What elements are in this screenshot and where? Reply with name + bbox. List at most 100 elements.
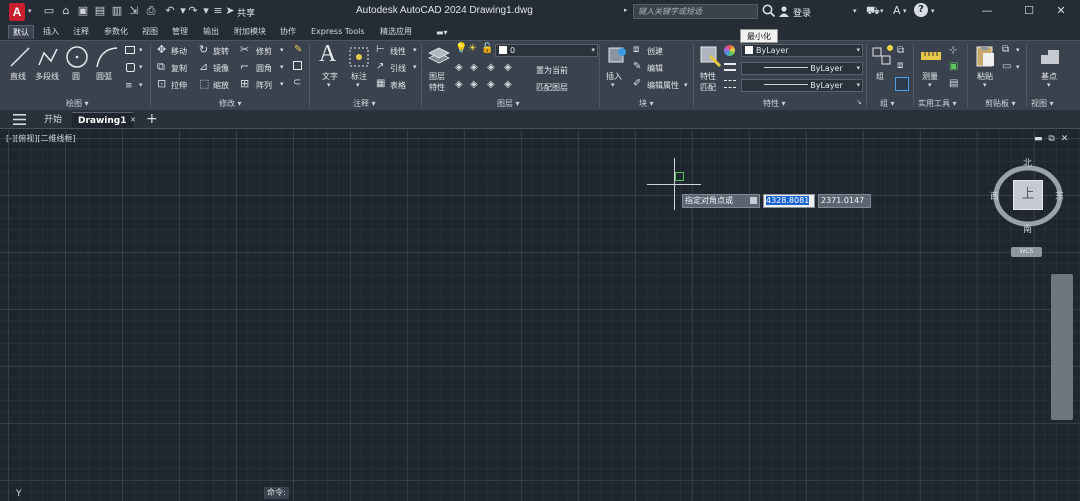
groups-panel-title[interactable]: 组 ▾ [880, 98, 895, 109]
annotation-panel-title[interactable]: 注释 ▾ [353, 98, 376, 109]
line-icon[interactable] [8, 45, 32, 69]
arc-button[interactable]: 圆弧 [96, 71, 112, 82]
application-menu-button[interactable]: A [9, 3, 25, 21]
rectangle-dropdown-icon[interactable]: ▾ [139, 46, 143, 54]
utilities-panel-title[interactable]: 实用工具 ▾ [918, 98, 957, 109]
search-arrow-icon[interactable]: ▸ [624, 6, 628, 14]
array-dropdown-icon[interactable]: ▾ [280, 80, 284, 88]
save-as-icon[interactable]: ▤ [93, 4, 107, 18]
tab-default[interactable]: 默认 [8, 25, 34, 39]
compass-east[interactable]: 东 [1055, 189, 1064, 202]
save-icon[interactable]: ▣ [76, 4, 90, 18]
draw-panel-title[interactable]: 绘图 ▾ [66, 98, 89, 109]
layer-properties-label[interactable]: 图层 [429, 71, 445, 82]
share-button[interactable]: 共享 [237, 6, 255, 19]
measure-icon[interactable] [919, 44, 943, 68]
clipboard-panel-title[interactable]: 剪贴板 ▾ [985, 98, 1016, 109]
edit-attributes-button[interactable]: 编辑属性 [647, 80, 679, 91]
layers-panel-title[interactable]: 图层 ▾ [497, 98, 520, 109]
layer-lock-icon[interactable]: 🔓 [481, 43, 493, 54]
layer-freeze-icon[interactable]: ☀ [468, 43, 477, 54]
mirror-button[interactable]: 镜像 [213, 63, 229, 74]
stretch-button[interactable]: 拉伸 [171, 80, 187, 91]
help-dropdown-icon[interactable]: ▾ [931, 7, 935, 15]
cut-icon[interactable]: ▭ [1002, 61, 1011, 72]
polyline-icon[interactable] [36, 45, 60, 69]
linetype-dropdown[interactable]: ByLayer ▾ [741, 79, 863, 92]
ungroup-icon[interactable]: ⧉ [897, 45, 904, 56]
measure-dropdown-icon[interactable]: ▾ [928, 81, 932, 89]
match-layer-button[interactable]: 匹配图层 [536, 82, 568, 93]
table-button[interactable]: 表格 [390, 80, 406, 91]
layer-make-current-icon[interactable]: ◈ [504, 62, 512, 73]
group-icon[interactable] [870, 44, 894, 68]
viewport-close-icon[interactable]: ✕ [1061, 134, 1069, 144]
tab-express-tools[interactable]: Express Tools [307, 25, 369, 39]
draw-more-dropdown-icon[interactable]: ▾ [139, 81, 143, 89]
insert-block-icon[interactable] [604, 44, 628, 68]
tab-manage[interactable]: 管理 [168, 25, 192, 39]
scale-button[interactable]: 缩放 [213, 80, 229, 91]
ribbon-display-toggle-icon[interactable]: ▬▾ [432, 26, 452, 40]
edit-block-button[interactable]: 编辑 [647, 63, 663, 74]
calculator-icon[interactable]: ▤ [949, 78, 958, 89]
base-view-dropdown-icon[interactable]: ▾ [1047, 81, 1051, 89]
edit-attributes-dropdown-icon[interactable]: ▾ [684, 81, 688, 89]
layer-unisolate-icon[interactable]: ◈ [470, 62, 478, 73]
search-icon[interactable] [761, 3, 777, 19]
tab-addins[interactable]: 附加模块 [230, 25, 270, 39]
paste-icon[interactable] [973, 44, 997, 68]
add-tab-icon[interactable]: + [146, 111, 158, 127]
tab-featured-apps[interactable]: 精选应用 [376, 25, 416, 39]
fillet-button[interactable]: 圆角 [256, 63, 272, 74]
dimension-dropdown-icon[interactable]: ▾ [356, 81, 360, 89]
layer-walk-icon[interactable]: ◈ [487, 62, 495, 73]
cut-dropdown-icon[interactable]: ▾ [1016, 63, 1020, 71]
match-properties-icon[interactable] [698, 44, 722, 68]
wcs-menu-button[interactable]: WCS [1011, 247, 1042, 257]
undo-icon[interactable]: ↶ [163, 4, 177, 18]
layer-unlock-icon[interactable]: ◈ [487, 79, 495, 90]
hamburger-menu-icon[interactable] [13, 114, 26, 125]
match-properties-label[interactable]: 特性 [700, 71, 716, 82]
a360-dropdown-icon[interactable]: ▾ [903, 7, 907, 15]
tab-view[interactable]: 视图 [138, 25, 162, 39]
command-line[interactable]: 命令: [264, 487, 289, 499]
open-file-icon[interactable]: ⌂ [59, 4, 73, 18]
leader-dropdown-icon[interactable]: ▾ [413, 63, 417, 71]
linear-dropdown-icon[interactable]: ▾ [413, 46, 417, 54]
lineweight-dropdown[interactable]: ByLayer ▾ [741, 62, 863, 75]
paste-dropdown-icon[interactable]: ▾ [983, 81, 987, 89]
dynamic-input-x-field[interactable]: 4328.8081 [763, 194, 815, 208]
copy-clip-dropdown-icon[interactable]: ▾ [1016, 46, 1020, 54]
store-dropdown-icon[interactable]: ▾ [880, 7, 884, 15]
copy-clip-icon[interactable]: ⧉ [1002, 44, 1009, 55]
text-icon[interactable]: A [319, 41, 336, 68]
tab-insert[interactable]: 插入 [39, 25, 63, 39]
import-icon[interactable]: ⇲ [127, 4, 141, 18]
modify-panel-title[interactable]: 修改 ▾ [219, 98, 242, 109]
trim-dropdown-icon[interactable]: ▾ [280, 46, 284, 54]
tab-start[interactable]: 开始 [38, 112, 68, 128]
layer-thaw-icon[interactable]: ◈ [470, 79, 478, 90]
navigation-bar[interactable] [1051, 274, 1073, 420]
circle-icon[interactable] [64, 44, 90, 70]
linetype-icon[interactable] [724, 80, 736, 88]
layer-properties-icon[interactable] [427, 44, 451, 66]
block-panel-title[interactable]: 块 ▾ [639, 98, 654, 109]
close-button[interactable]: ✕ [1052, 3, 1070, 19]
redo-icon[interactable]: ↷ [186, 4, 200, 18]
dimension-icon[interactable] [347, 45, 371, 69]
viewport-controls-label[interactable]: [-][俯视][二维线框] [6, 133, 76, 144]
quick-select-icon[interactable]: ▣ [949, 61, 958, 72]
view-panel-title[interactable]: 视图 ▾ [1031, 98, 1054, 109]
viewcube-top-face[interactable]: 上 [1013, 180, 1043, 210]
text-dropdown-icon[interactable]: ▾ [327, 81, 331, 89]
leader-button[interactable]: 引线 [390, 63, 406, 74]
linear-dimension-button[interactable]: 线性 [390, 46, 406, 57]
properties-dialog-launcher-icon[interactable]: ↘ [856, 98, 862, 106]
viewport-restore-icon[interactable]: ⧉ [1048, 134, 1054, 144]
autodesk-a360-icon[interactable]: A [893, 4, 901, 17]
compass-west[interactable]: 西 [990, 189, 999, 202]
tab-parametric[interactable]: 参数化 [100, 25, 132, 39]
